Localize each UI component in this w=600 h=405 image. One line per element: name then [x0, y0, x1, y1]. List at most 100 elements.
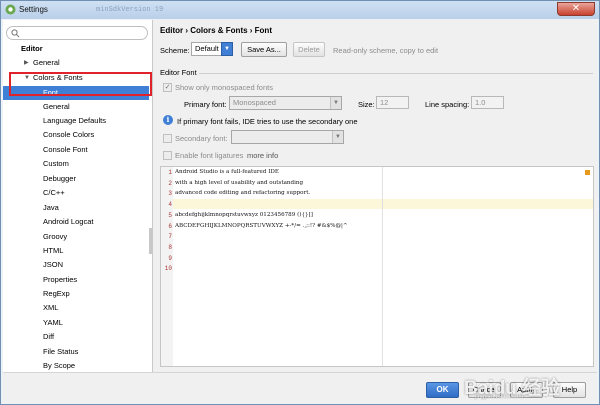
sidebar-item-label: Debugger: [43, 174, 76, 183]
delete-button[interactable]: Delete: [293, 42, 325, 57]
sidebar-item[interactable]: C/C++: [3, 186, 149, 200]
sidebar-item-label: XML: [43, 303, 59, 312]
settings-window: Settings minSdkVersion 19 ✕ Editor ▶ Gener…: [0, 0, 600, 405]
sidebar-item[interactable]: RegExp: [3, 287, 149, 301]
sidebar-item-label: Editor: [21, 44, 43, 53]
line-number: 2: [168, 179, 172, 187]
window-title: Settings: [19, 5, 48, 14]
dialog-body: Editor ▶ General ▼ Colors & Fonts Font General…: [3, 20, 597, 403]
chevron-down-icon: ▼: [221, 42, 233, 56]
sidebar-item[interactable]: Diff: [3, 330, 149, 344]
scheme-dropdown[interactable]: Default ▼: [191, 42, 233, 56]
sidebar-item[interactable]: Console Colors: [3, 128, 149, 142]
sidebar-item-label: General: [33, 58, 60, 67]
current-line-highlight: [173, 199, 593, 209]
primary-font-label: Primary font:: [184, 100, 227, 109]
background-code-text: minSdkVersion 19: [96, 6, 164, 14]
settings-search-field[interactable]: [6, 26, 148, 40]
preview-line-text: abcdefghijklmnopqrstuvwxyz 0123456789 ()…: [175, 211, 313, 218]
sidebar-item[interactable]: Java: [3, 201, 149, 215]
ligatures-label: Enable font ligatures: [175, 151, 244, 160]
sidebar-item[interactable]: File Status: [3, 345, 149, 359]
sidebar-item-label: Diff: [43, 332, 55, 341]
collapse-arrow-icon[interactable]: ▶: [24, 56, 29, 70]
sidebar-item[interactable]: Android Logcat: [3, 215, 149, 229]
sidebar-item[interactable]: Properties: [3, 273, 149, 287]
sidebar-item[interactable]: JSON: [3, 258, 149, 272]
close-button[interactable]: ✕: [557, 2, 595, 16]
baidu-watermark-url: jingyan.baidu.com: [475, 394, 524, 400]
sidebar-item[interactable]: XML: [3, 301, 149, 315]
more-info-link[interactable]: more info: [247, 151, 278, 160]
size-label: Size:: [358, 100, 375, 109]
font-preview-editor[interactable]: 1 Android Studio is a full-featured IDE 2 w…: [160, 166, 594, 367]
primary-font-dropdown[interactable]: Monospaced ▼: [229, 96, 342, 110]
section-title: Editor Font: [160, 68, 197, 77]
breadcrumb: Editor › Colors & Fonts › Font: [160, 26, 272, 35]
section-divider: [199, 73, 593, 74]
sidebar-item[interactable]: YAML: [3, 316, 149, 330]
sidebar-item[interactable]: Custom: [3, 157, 149, 171]
sidebar-item-label: Language Defaults: [43, 116, 106, 125]
secondary-font-label: Secondary font:: [175, 134, 228, 143]
sidebar-item-label: Android Logcat: [43, 217, 94, 226]
line-number: 4: [168, 201, 172, 209]
sidebar-item[interactable]: Editor: [3, 42, 149, 56]
preview-line-text: Android Studio is a full-featured IDE: [175, 169, 279, 175]
line-number: 9: [168, 254, 172, 262]
right-margin-guide: [382, 167, 383, 366]
chevron-down-icon: ▼: [332, 131, 343, 143]
line-spacing-label: Line spacing:: [425, 100, 470, 109]
line-number: 8: [168, 243, 172, 251]
annotation-highlight-box: [9, 72, 152, 96]
fallback-info-text: If primary font fails, IDE tries to use …: [177, 117, 358, 126]
ligatures-checkbox[interactable]: [163, 151, 172, 160]
info-icon: i: [163, 115, 173, 125]
android-studio-icon: [5, 4, 16, 15]
sidebar-item[interactable]: Console Font: [3, 143, 149, 157]
line-number: 1: [168, 169, 172, 176]
preview-line-text: ABCDEFGHIJKLMNOPQRSTUVWXYZ +-*/= .,;:!? …: [175, 222, 348, 229]
secondary-font-checkbox[interactable]: [163, 134, 172, 143]
line-number: 10: [164, 265, 172, 273]
sidebar-item-label: JSON: [43, 260, 64, 269]
sidebar-item[interactable]: ▶ General: [3, 56, 149, 70]
sidebar-item[interactable]: General: [3, 100, 149, 114]
show-mono-label: Show only monospaced fonts: [175, 83, 273, 92]
sidebar-item-label: Console Colors: [43, 130, 95, 139]
show-mono-checkbox[interactable]: ✓: [163, 83, 172, 92]
size-field[interactable]: 12: [376, 96, 409, 109]
error-stripe-marker: [585, 170, 590, 175]
secondary-font-dropdown[interactable]: ▼: [231, 130, 344, 144]
scheme-label: Scheme:: [160, 46, 190, 55]
sidebar-item-label: General: [43, 102, 70, 111]
sidebar-item-label: YAML: [43, 318, 63, 327]
preview-line-text: with a high level of usability and outst…: [175, 179, 304, 186]
sidebar-item-label: Console Font: [43, 145, 88, 154]
sidebar-item[interactable]: HTML: [3, 244, 149, 258]
sidebar-item[interactable]: By Scope: [3, 359, 149, 372]
preview-line-text: advanced code editing and refactoring su…: [175, 190, 311, 197]
sidebar-item-label: Custom: [43, 159, 69, 168]
scrollbar-thumb[interactable]: [149, 228, 152, 254]
line-number: 7: [168, 233, 172, 241]
save-as-button[interactable]: Save As...: [241, 42, 287, 57]
sidebar-item-label: Properties: [43, 275, 78, 284]
chevron-down-icon: ▼: [330, 97, 341, 109]
sidebar-item-label: By Scope: [43, 361, 76, 370]
font-settings-panel: Editor › Colors & Fonts › Font Scheme: D…: [155, 20, 597, 372]
sidebar-item[interactable]: Groovy: [3, 230, 149, 244]
sidebar-item[interactable]: Language Defaults: [3, 114, 149, 128]
title-bar: Settings minSdkVersion 19 ✕: [1, 1, 599, 19]
line-number: 3: [168, 190, 172, 198]
primary-font-value: Monospaced: [233, 98, 276, 107]
sidebar-item-label: Groovy: [43, 232, 68, 241]
ok-button[interactable]: OK: [426, 382, 459, 398]
line-number: 5: [168, 211, 172, 219]
sidebar-item-label: HTML: [43, 246, 64, 255]
sidebar-item-label: File Status: [43, 347, 79, 356]
scheme-value: Default: [195, 44, 219, 53]
line-spacing-field[interactable]: 1.0: [471, 96, 504, 109]
sidebar-item[interactable]: Debugger: [3, 172, 149, 186]
sidebar-item-label: Java: [43, 203, 59, 212]
